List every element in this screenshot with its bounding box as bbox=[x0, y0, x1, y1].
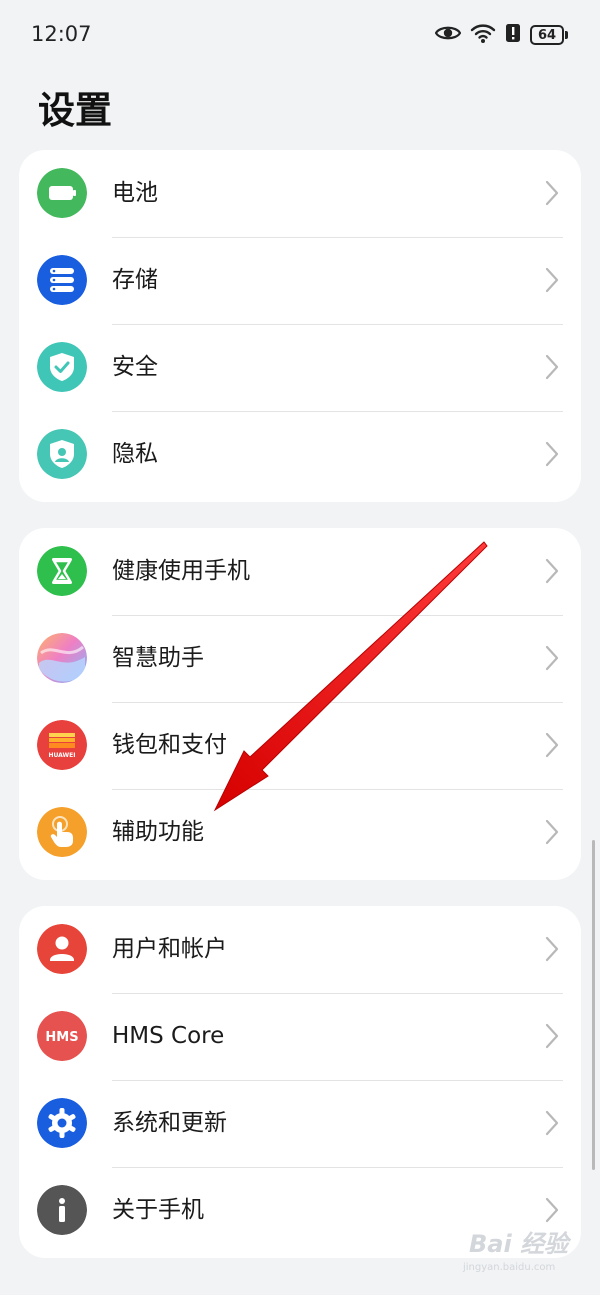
settings-item-system-update[interactable]: 系统和更新 bbox=[19, 1080, 581, 1167]
alert-icon bbox=[505, 22, 521, 48]
watermark-url: jingyan.baidu.com bbox=[463, 1262, 556, 1273]
settings-item-label: 用户和帐户 bbox=[112, 936, 227, 962]
hms-icon: HMS bbox=[37, 1011, 87, 1061]
status-icons: 64 bbox=[434, 22, 568, 48]
chevron-right-icon bbox=[545, 819, 559, 845]
settings-group-2: 健康使用手机 智慧助手 HUAWEI 钱包和支付 辅助功能 bbox=[19, 528, 581, 880]
storage-icon bbox=[37, 255, 87, 305]
eye-comfort-icon bbox=[434, 23, 462, 47]
page-title: 设置 bbox=[38, 89, 112, 132]
chevron-right-icon bbox=[545, 1197, 559, 1223]
settings-item-label: 智慧助手 bbox=[112, 645, 204, 671]
settings-item-label: 钱包和支付 bbox=[112, 732, 227, 758]
settings-item-digital-balance[interactable]: 健康使用手机 bbox=[19, 528, 581, 615]
settings-item-label: 健康使用手机 bbox=[112, 558, 250, 584]
settings-item-label: 电池 bbox=[112, 180, 158, 206]
chevron-right-icon bbox=[545, 558, 559, 584]
settings-item-wallet[interactable]: HUAWEI 钱包和支付 bbox=[19, 702, 581, 789]
settings-item-label: HMS Core bbox=[112, 1023, 225, 1049]
settings-item-label: 系统和更新 bbox=[112, 1110, 227, 1136]
watermark-text: Bai 经验 bbox=[469, 1230, 569, 1258]
status-bar: 12:07 64 bbox=[0, 0, 600, 70]
shield-check-icon bbox=[37, 342, 87, 392]
settings-item-label: 安全 bbox=[112, 354, 158, 380]
settings-item-label: 辅助功能 bbox=[112, 819, 204, 845]
chevron-right-icon bbox=[545, 732, 559, 758]
chevron-right-icon bbox=[545, 936, 559, 962]
chevron-right-icon bbox=[545, 1023, 559, 1049]
settings-item-label: 存储 bbox=[112, 267, 158, 293]
hand-pointer-icon bbox=[37, 807, 87, 857]
settings-item-storage[interactable]: 存储 bbox=[19, 237, 581, 324]
chevron-right-icon bbox=[545, 441, 559, 467]
settings-group-1: 电池 存储 安全 隐私 bbox=[19, 150, 581, 502]
info-icon bbox=[37, 1185, 87, 1235]
user-icon bbox=[37, 924, 87, 974]
watermark: Bai 经验 jingyan.baidu.com bbox=[455, 1222, 575, 1282]
hms-brand: HMS bbox=[45, 1030, 78, 1045]
wallet-brand: HUAWEI bbox=[48, 752, 75, 759]
wallet-icon: HUAWEI bbox=[37, 720, 87, 770]
hourglass-icon bbox=[37, 546, 87, 596]
settings-item-accounts[interactable]: 用户和帐户 bbox=[19, 906, 581, 993]
chevron-right-icon bbox=[545, 1110, 559, 1136]
privacy-shield-icon bbox=[37, 429, 87, 479]
settings-group-3: 用户和帐户 HMS HMS Core 系统和更新 关于手机 bbox=[19, 906, 581, 1258]
status-time: 12:07 bbox=[31, 22, 92, 46]
chevron-right-icon bbox=[545, 645, 559, 671]
battery-icon bbox=[37, 168, 87, 218]
assistant-icon bbox=[37, 633, 87, 683]
settings-item-label: 关于手机 bbox=[112, 1197, 204, 1223]
settings-item-hms-core[interactable]: HMS HMS Core bbox=[19, 993, 581, 1080]
settings-item-battery[interactable]: 电池 bbox=[19, 150, 581, 237]
chevron-right-icon bbox=[545, 180, 559, 206]
chevron-right-icon bbox=[545, 354, 559, 380]
battery-icon: 64 bbox=[530, 25, 568, 45]
wifi-icon bbox=[470, 22, 496, 48]
battery-level: 64 bbox=[530, 25, 564, 45]
settings-item-security[interactable]: 安全 bbox=[19, 324, 581, 411]
chevron-right-icon bbox=[545, 267, 559, 293]
settings-item-label: 隐私 bbox=[112, 441, 158, 467]
settings-item-privacy[interactable]: 隐私 bbox=[19, 411, 581, 498]
gear-icon bbox=[37, 1098, 87, 1148]
settings-item-accessibility[interactable]: 辅助功能 bbox=[19, 789, 581, 876]
settings-item-assistant[interactable]: 智慧助手 bbox=[19, 615, 581, 702]
scrollbar[interactable] bbox=[592, 840, 595, 1170]
